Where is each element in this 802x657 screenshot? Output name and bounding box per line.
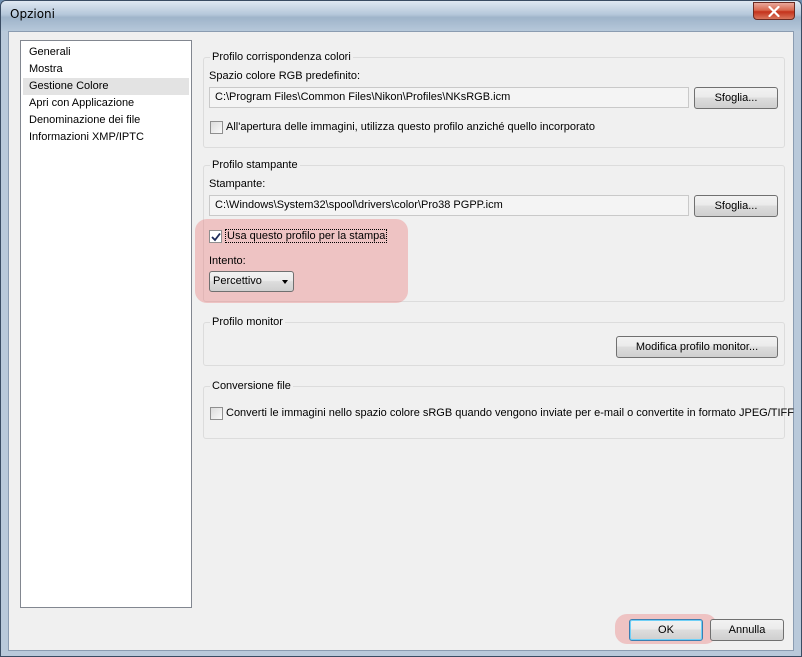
sidebar-item-informazioni-xmp-iptc[interactable]: Informazioni XMP/IPTC: [23, 129, 189, 146]
sidebar-item-apri-con-applicazione[interactable]: Apri con Applicazione: [23, 95, 189, 112]
edit-monitor-profile-button[interactable]: Modifica profilo monitor...: [616, 336, 778, 358]
window-title: Opzioni: [10, 7, 55, 21]
options-window: Opzioni Generali Mostra Gestione Colore …: [0, 0, 802, 657]
monitor-profile-group-title: Profilo monitor: [210, 315, 285, 329]
printer-label: Stampante:: [209, 178, 266, 190]
use-profile-for-printing-text: Usa questo profilo per la stampa: [225, 229, 388, 243]
use-profile-on-open-label: All'apertura delle immagini, utilizza qu…: [226, 121, 595, 133]
chevron-down-icon: [282, 280, 288, 284]
printer-browse-button[interactable]: Sfoglia...: [694, 195, 778, 217]
sidebar-item-denominazione-file[interactable]: Denominazione dei file: [23, 112, 189, 129]
file-conversion-group-title: Conversione file: [210, 379, 293, 393]
use-profile-on-open-checkbox[interactable]: [210, 121, 223, 134]
rgb-space-label: Spazio colore RGB predefinito:: [209, 70, 361, 82]
close-button[interactable]: [753, 2, 795, 20]
checkmark-icon: [211, 232, 221, 242]
rgb-profile-path-field[interactable]: C:\Program Files\Common Files\Nikon\Prof…: [209, 87, 689, 108]
use-profile-for-printing-checkbox[interactable]: [209, 230, 222, 243]
convert-srgb-label: Converti le immagini nello spazio colore…: [226, 407, 794, 419]
sidebar-item-gestione-colore[interactable]: Gestione Colore: [23, 78, 189, 95]
cancel-button[interactable]: Annulla: [710, 619, 784, 641]
category-list[interactable]: Generali Mostra Gestione Colore Apri con…: [20, 40, 192, 608]
title-bar[interactable]: Opzioni: [1, 1, 801, 31]
color-profile-group-title: Profilo corrispondenza colori: [210, 50, 353, 64]
intent-dropdown-value: Percettivo: [213, 275, 262, 287]
sidebar-item-generali[interactable]: Generali: [23, 44, 189, 61]
convert-srgb-checkbox[interactable]: [210, 407, 223, 420]
ok-button[interactable]: OK: [629, 619, 703, 641]
sidebar-item-mostra[interactable]: Mostra: [23, 61, 189, 78]
dialog-client-area: Generali Mostra Gestione Colore Apri con…: [8, 31, 794, 651]
printer-profile-group-title: Profilo stampante: [210, 158, 300, 172]
printer-profile-path-field[interactable]: C:\Windows\System32\spool\drivers\color\…: [209, 195, 689, 216]
color-profile-group: Profilo corrispondenza colori Spazio col…: [203, 50, 785, 148]
monitor-profile-group: Profilo monitor Modifica profilo monitor…: [203, 315, 785, 366]
use-profile-for-printing-label: Usa questo profilo per la stampa: [225, 229, 388, 243]
rgb-browse-button[interactable]: Sfoglia...: [694, 87, 778, 109]
intent-label: Intento:: [209, 255, 246, 267]
intent-dropdown[interactable]: Percettivo: [209, 271, 294, 292]
file-conversion-group: Conversione file Converti le immagini ne…: [203, 379, 794, 439]
close-icon: [768, 5, 780, 17]
